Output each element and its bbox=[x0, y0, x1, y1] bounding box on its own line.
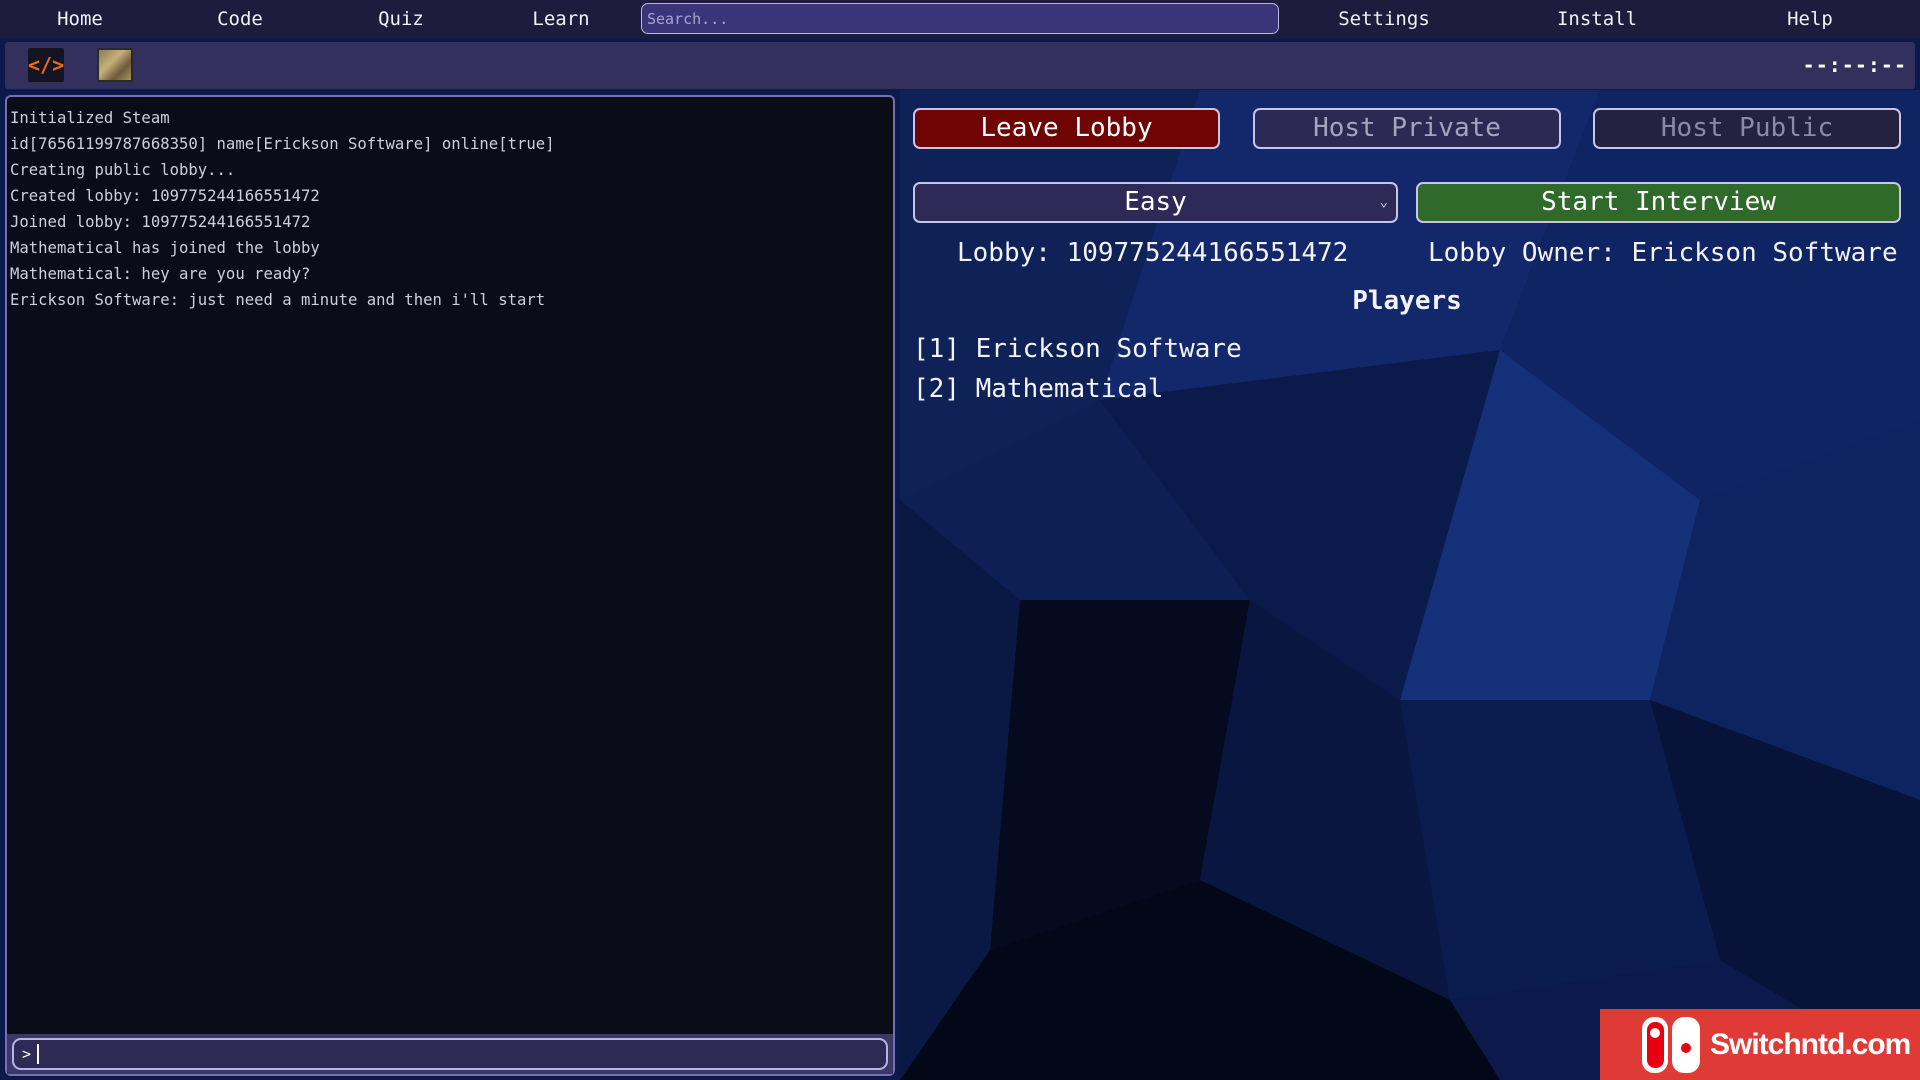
log-line: Mathematical: hey are you ready? bbox=[10, 265, 311, 283]
code-icon[interactable]: </> bbox=[28, 48, 64, 82]
top-nav: Home Code Quiz Learn Settings Install He… bbox=[0, 0, 1920, 38]
text-caret bbox=[37, 1044, 40, 1064]
console-log: Initialized Steam id[76561199787668350] … bbox=[10, 105, 555, 313]
console-panel: Initialized Steam id[76561199787668350] … bbox=[5, 95, 895, 1076]
nav-code[interactable]: Code bbox=[217, 0, 263, 38]
nav-quiz[interactable]: Quiz bbox=[378, 0, 424, 38]
toolbar: </> --:--:-- bbox=[5, 42, 1915, 89]
clock: --:--:-- bbox=[1802, 53, 1907, 77]
start-interview-button[interactable]: Start Interview bbox=[1416, 182, 1901, 223]
nav-settings[interactable]: Settings bbox=[1338, 0, 1430, 38]
difficulty-select[interactable]: Easy ⌄ bbox=[913, 182, 1398, 223]
log-line: Initialized Steam bbox=[10, 109, 170, 127]
leave-lobby-button[interactable]: Leave Lobby bbox=[913, 108, 1220, 149]
difficulty-value: Easy bbox=[1124, 187, 1187, 217]
log-line: Joined lobby: 109775244166551472 bbox=[10, 213, 311, 231]
lobby-owner: Lobby Owner: Erickson Software bbox=[1428, 238, 1898, 268]
avatar[interactable] bbox=[97, 48, 133, 82]
player-item: [1] Erickson Software bbox=[913, 334, 1242, 364]
switch-logo-icon bbox=[1642, 1017, 1700, 1073]
command-input[interactable]: > bbox=[12, 1038, 888, 1070]
search-input[interactable] bbox=[641, 3, 1279, 34]
nav-help[interactable]: Help bbox=[1787, 0, 1833, 38]
chevron-down-icon: ⌄ bbox=[1379, 194, 1388, 210]
player-item: [2] Mathematical bbox=[913, 374, 1164, 404]
watermark-text: Switchntd.com bbox=[1710, 1028, 1911, 1061]
nav-install[interactable]: Install bbox=[1557, 0, 1637, 38]
nav-home[interactable]: Home bbox=[57, 0, 103, 38]
command-bar: > bbox=[7, 1034, 893, 1074]
players-title: Players bbox=[1352, 286, 1462, 316]
log-line: Creating public lobby... bbox=[10, 161, 236, 179]
log-line: Created lobby: 109775244166551472 bbox=[10, 187, 320, 205]
nav-learn[interactable]: Learn bbox=[532, 0, 589, 38]
log-line: id[76561199787668350] name[Erickson Soft… bbox=[10, 135, 555, 153]
lobby-id: Lobby: 109775244166551472 bbox=[957, 238, 1349, 268]
log-line: Erickson Software: just need a minute an… bbox=[10, 291, 546, 309]
prompt-symbol: > bbox=[22, 1045, 32, 1063]
log-line: Mathematical has joined the lobby bbox=[10, 239, 320, 257]
host-private-button[interactable]: Host Private bbox=[1253, 108, 1561, 149]
watermark: Switchntd.com bbox=[1600, 1009, 1920, 1080]
host-public-button[interactable]: Host Public bbox=[1593, 108, 1901, 149]
